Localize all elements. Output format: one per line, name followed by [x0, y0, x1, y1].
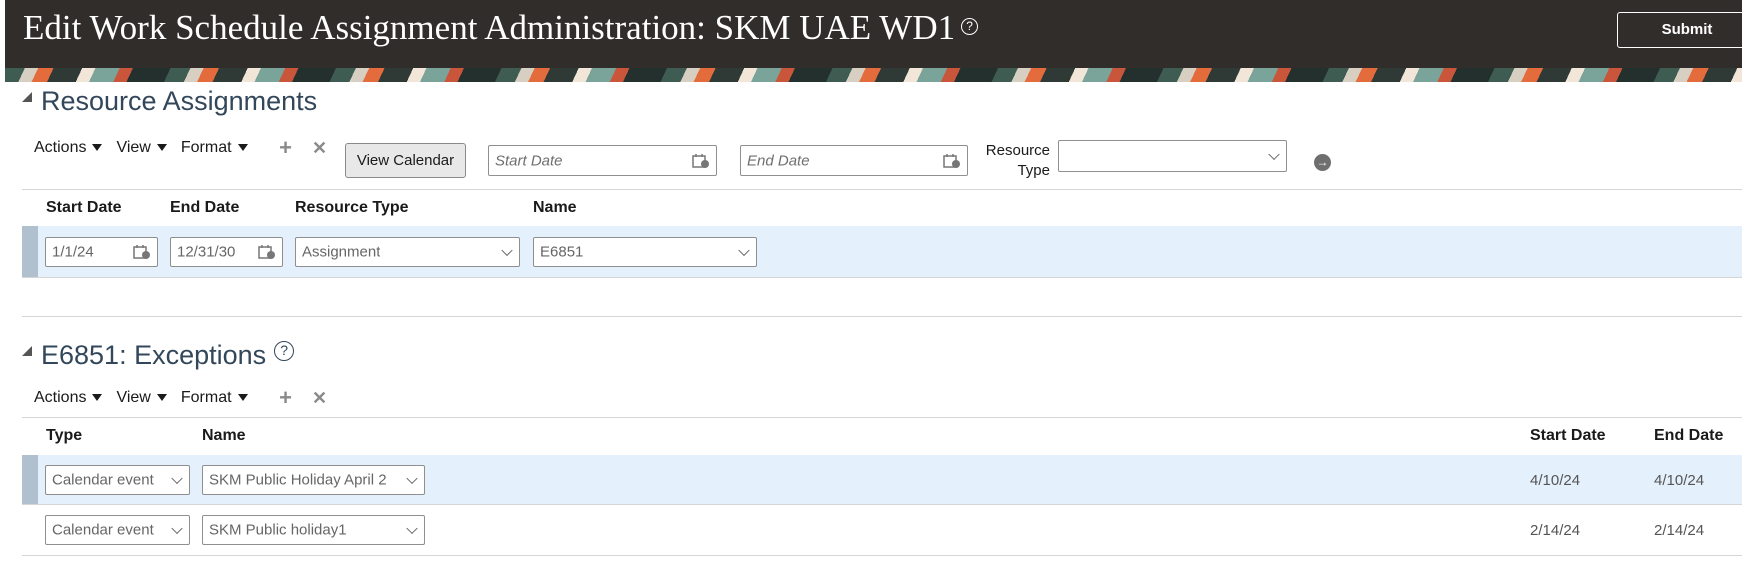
delete-icon[interactable]: ✕: [310, 138, 330, 159]
calendar-icon[interactable]: [133, 244, 151, 260]
divider: [22, 555, 1742, 556]
caret-down-icon: [92, 144, 103, 152]
column-header-name[interactable]: Name: [202, 427, 246, 445]
resource-assignments-title: Resource Assignments: [22, 86, 317, 117]
divider: [22, 417, 1742, 418]
column-header-type[interactable]: Type: [46, 427, 82, 445]
row-selection-indicator: [22, 226, 38, 277]
view-calendar-button[interactable]: View Calendar: [345, 143, 466, 178]
view-menu[interactable]: View: [116, 389, 167, 407]
calendar-icon[interactable]: [258, 244, 276, 260]
caret-down-icon: [92, 394, 103, 402]
calendar-icon[interactable]: [943, 153, 961, 169]
column-header-resource-type[interactable]: Resource Type: [295, 199, 409, 217]
exception-name-select[interactable]: SKM Public Holiday April 2: [202, 465, 425, 495]
exception-start-date: 2/14/24: [1530, 522, 1581, 539]
submit-button[interactable]: Submit: [1617, 12, 1742, 48]
end-date-input[interactable]: 12/31/30: [170, 237, 283, 267]
row-selection-indicator: [22, 455, 38, 504]
chevron-down-icon: [738, 244, 750, 257]
page-title: Edit Work Schedule Assignment Administra…: [23, 8, 979, 48]
exceptions-title: E6851: Exceptions?: [22, 340, 295, 371]
collapse-triangle-icon[interactable]: [22, 92, 32, 102]
start-date-input[interactable]: 1/1/24: [45, 237, 158, 267]
help-icon[interactable]: ?: [274, 340, 295, 361]
format-menu[interactable]: Format: [181, 139, 248, 157]
column-header-end-date[interactable]: End Date: [170, 199, 239, 217]
exception-name-select[interactable]: SKM Public holiday1: [202, 515, 425, 545]
chevron-down-icon: [171, 472, 183, 485]
column-header-name[interactable]: Name: [533, 199, 577, 217]
exception-start-date: 4/10/24: [1530, 472, 1581, 489]
column-header-start-date[interactable]: Start Date: [46, 199, 122, 217]
delete-icon[interactable]: ✕: [310, 388, 330, 409]
add-icon[interactable]: +: [276, 385, 296, 411]
divider: [22, 316, 1742, 317]
caret-down-icon: [237, 144, 248, 152]
add-icon[interactable]: +: [276, 135, 296, 161]
name-input[interactable]: E6851: [533, 237, 757, 267]
collapse-triangle-icon[interactable]: [22, 346, 32, 356]
column-header-end-date[interactable]: End Date: [1654, 427, 1723, 445]
calendar-icon[interactable]: [692, 153, 710, 169]
divider: [22, 504, 1742, 505]
chevron-down-icon: [501, 244, 513, 257]
divider: [22, 277, 1742, 278]
exception-end-date: 2/14/24: [1654, 522, 1705, 539]
chevron-down-icon: [406, 522, 418, 535]
header-decorative-band: [5, 68, 1742, 82]
chevron-down-icon: [171, 522, 183, 535]
chevron-down-icon: [406, 472, 418, 485]
go-arrow-icon[interactable]: →: [1314, 154, 1331, 171]
caret-down-icon: [237, 394, 248, 402]
help-icon[interactable]: ?: [961, 18, 979, 36]
format-menu[interactable]: Format: [181, 389, 248, 407]
column-header-start-date[interactable]: Start Date: [1530, 427, 1606, 445]
type-select[interactable]: Calendar event: [45, 465, 190, 495]
end-date-filter-input[interactable]: End Date: [740, 145, 968, 176]
resource-assignments-toolbar: Actions View Format + ✕: [34, 135, 330, 161]
resource-type-select[interactable]: [1058, 140, 1287, 172]
start-date-filter-input[interactable]: Start Date: [488, 145, 717, 176]
page-header: Edit Work Schedule Assignment Administra…: [5, 0, 1742, 82]
caret-down-icon: [156, 394, 167, 402]
actions-menu[interactable]: Actions: [34, 389, 103, 407]
chevron-down-icon: [1268, 148, 1280, 161]
caret-down-icon: [156, 144, 167, 152]
actions-menu[interactable]: Actions: [34, 139, 103, 157]
view-menu[interactable]: View: [116, 139, 167, 157]
type-select[interactable]: Calendar event: [45, 515, 190, 545]
resource-type-input[interactable]: Assignment: [295, 237, 520, 267]
exception-end-date: 4/10/24: [1654, 472, 1705, 489]
divider: [22, 189, 1742, 190]
exceptions-toolbar: Actions View Format + ✕: [34, 385, 330, 411]
resource-type-label: Resource Type: [985, 142, 1050, 179]
